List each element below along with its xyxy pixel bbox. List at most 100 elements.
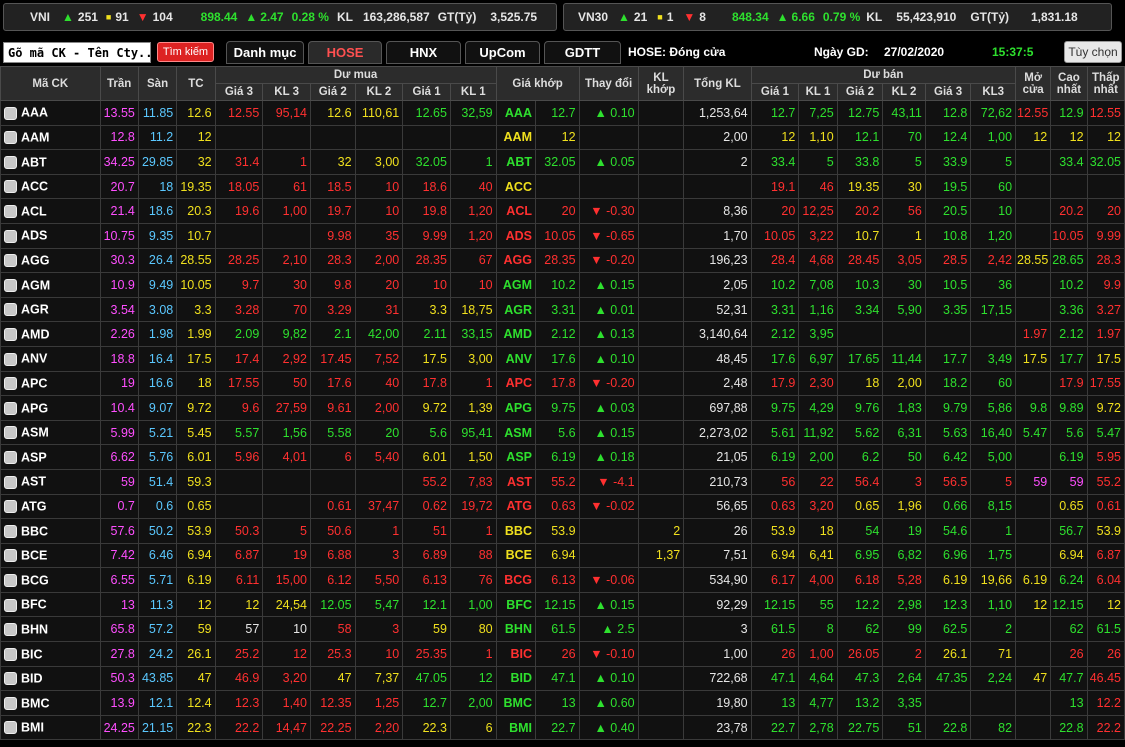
symbol-cell[interactable]: ADS xyxy=(0,222,101,249)
table-row[interactable]: ACL 21.4 18.6 20.3 19.6 1,00 19.7 10 19.8 1,20 ACL… xyxy=(0,198,1125,224)
symbol-cell[interactable]: BMI xyxy=(0,714,101,741)
watchlist-checkbox-icon[interactable] xyxy=(4,549,17,563)
tab-hnx[interactable]: HNX xyxy=(386,41,461,64)
symbol-cell[interactable]: AST xyxy=(0,468,101,495)
table-row[interactable]: AGM 10.9 9.49 10.05 9.7 30 9.8 20 10 10 AGM 10.2 ▲ 0… xyxy=(0,272,1125,298)
buy-price-3: 9.7 xyxy=(214,272,264,298)
table-row[interactable]: BMI 24.25 21.15 22.3 22.2 14,47 22.25 2,20 22.3 6… xyxy=(0,714,1125,741)
table-row[interactable]: BFC 13 11.3 12 12 24,54 12.05 5,47 12.1 1,00 BFC 12… xyxy=(0,591,1125,618)
table-row[interactable]: BID 50.3 43.85 47 46.9 3,20 47 7,37 47.05 12 BID 47… xyxy=(0,665,1125,692)
table-row[interactable]: ADS 10.75 9.35 10.7 9.98 35 9.99 1,20 ADS 10.05 ▼ … xyxy=(0,222,1125,249)
watchlist-checkbox-icon[interactable] xyxy=(4,721,17,735)
watchlist-checkbox-icon[interactable] xyxy=(4,647,17,661)
watchlist-checkbox-icon[interactable] xyxy=(4,475,17,489)
symbol-cell[interactable]: AMD xyxy=(0,321,101,347)
table-row[interactable]: APG 10.4 9.07 9.72 9.6 27,59 9.61 2,00 9.72 1,39 A… xyxy=(0,395,1125,421)
table-row[interactable]: AGG 30.3 26.4 28.55 28.25 2,10 28.3 2,00 28.35 67… xyxy=(0,247,1125,274)
tab-upcom[interactable]: UpCom xyxy=(465,41,540,64)
symbol-cell[interactable]: AGG xyxy=(0,247,101,274)
watchlist-checkbox-icon[interactable] xyxy=(4,672,17,686)
table-row[interactable]: ASM 5.99 5.21 5.45 5.57 1,56 5.58 20 5.6 95,41 ASM… xyxy=(0,419,1125,446)
symbol-cell[interactable]: BCE xyxy=(0,542,101,569)
symbol-cell[interactable]: ASP xyxy=(0,444,101,470)
symbol-cell[interactable]: BHN xyxy=(0,616,101,643)
table-row[interactable]: ACC 20.7 18 19.35 18.05 61 18.5 10 18.6 40 ACC 19.1… xyxy=(0,173,1125,200)
high-price: 12 xyxy=(1050,124,1088,151)
tab-hose[interactable]: HOSE xyxy=(308,41,382,64)
table-row[interactable]: APC 19 16.6 18 17.55 50 17.6 40 17.8 1 APC 17.8 ▼ -0… xyxy=(0,370,1125,397)
index-trade-value: 1,831.18 xyxy=(1031,10,1078,24)
table-row[interactable]: ASP 6.62 5.76 6.01 5.96 4,01 6 5,40 6.01 1,50 ASP 6… xyxy=(0,444,1125,470)
symbol-cell[interactable]: AGM xyxy=(0,272,101,298)
symbol-cell[interactable]: ACC xyxy=(0,173,101,200)
symbol-cell[interactable]: AAM xyxy=(0,124,101,151)
watchlist-checkbox-icon[interactable] xyxy=(4,303,17,317)
watchlist-checkbox-icon[interactable] xyxy=(4,278,17,292)
watchlist-checkbox-icon[interactable] xyxy=(4,426,17,440)
table-row[interactable]: AST 59 51.4 59.3 55.2 7,83 AST 55.2 ▼ -4.1 210,73… xyxy=(0,468,1125,495)
watchlist-checkbox-icon[interactable] xyxy=(4,155,17,169)
table-row[interactable]: ABT 34.25 29.85 32 31.4 1 32 3,00 32.05 1 ABT 32.05… xyxy=(0,149,1125,175)
symbol-cell[interactable]: APG xyxy=(0,395,101,421)
sell-price-1: 53.9 xyxy=(750,518,800,544)
symbol-cell[interactable]: ACL xyxy=(0,198,101,224)
watchlist-checkbox-icon[interactable] xyxy=(4,180,17,194)
symbol-cell[interactable]: AGR xyxy=(0,296,101,323)
symbol-cell[interactable]: BID xyxy=(0,665,101,692)
tab-gdtt[interactable]: GDTT xyxy=(544,41,621,64)
symbol-cell[interactable]: BCG xyxy=(0,567,101,593)
table-row[interactable]: AMD 2.26 1.98 1.99 2.09 9,82 2.1 42,00 2.11 33,15… xyxy=(0,321,1125,347)
sell-vol-1: 12,25 xyxy=(798,198,838,224)
watchlist-checkbox-icon[interactable] xyxy=(4,573,17,587)
match-price: 55.2 xyxy=(535,468,580,495)
symbol-cell[interactable]: APC xyxy=(0,370,101,397)
watchlist-checkbox-icon[interactable] xyxy=(4,229,17,243)
table-row[interactable]: BMC 13.9 12.1 12.4 12.3 1,40 12.35 1,25 12.7 2,00… xyxy=(0,690,1125,716)
low-price: 61.5 xyxy=(1086,616,1125,643)
sell-vol-2: 3,35 xyxy=(882,690,926,716)
watchlist-checkbox-icon[interactable] xyxy=(4,352,17,366)
symbol-cell[interactable]: BMC xyxy=(0,690,101,716)
options-button[interactable]: Tùy chọn xyxy=(1064,41,1122,63)
tab-danh-muc[interactable]: Danh mục xyxy=(226,41,304,64)
table-row[interactable]: BHN 65.8 57.2 59 57 10 58 3 59 80 BHN 61.5 ▲ 2.5 3 61.… xyxy=(0,616,1125,643)
match-volume xyxy=(637,493,685,520)
watchlist-checkbox-icon[interactable] xyxy=(4,598,17,612)
sell-vol-2: 1 xyxy=(882,222,926,249)
open-price xyxy=(1015,616,1052,643)
table-row[interactable]: BBC 57.6 50.2 53.9 50.3 5 50.6 1 51 1 BBC 53.9 2 26 53… xyxy=(0,518,1125,544)
symbol-cell[interactable]: BIC xyxy=(0,641,101,667)
table-row[interactable]: BCE 7.42 6.46 6.94 6.87 19 6.88 3 6.89 88 BCE 6.94 1… xyxy=(0,542,1125,569)
table-row[interactable]: AGR 3.54 3.08 3.3 3.28 70 3.29 31 3.3 18,75 AGR 3.3… xyxy=(0,296,1125,323)
watchlist-checkbox-icon[interactable] xyxy=(4,401,17,415)
symbol-cell[interactable]: ASM xyxy=(0,419,101,446)
watchlist-checkbox-icon[interactable] xyxy=(4,327,17,341)
watchlist-checkbox-icon[interactable] xyxy=(4,696,17,710)
symbol-cell[interactable]: BFC xyxy=(0,591,101,618)
search-button[interactable]: Tìm kiếm xyxy=(157,42,214,62)
table-row[interactable]: ATG 0.7 0.6 0.65 0.61 37,47 0.62 19,72 ATG 0.63 ▼ … xyxy=(0,493,1125,520)
symbol-cell[interactable]: ABT xyxy=(0,149,101,175)
table-row[interactable]: AAM 12.8 11.2 12 AAM 12 2,00 12 1,10 12.1 70 12.4 1,… xyxy=(0,124,1125,151)
watchlist-checkbox-icon[interactable] xyxy=(4,377,17,391)
watchlist-checkbox-icon[interactable] xyxy=(4,450,17,464)
sell-price-3: 47.35 xyxy=(924,665,972,692)
watchlist-checkbox-icon[interactable] xyxy=(4,254,17,268)
symbol-cell[interactable]: BBC xyxy=(0,518,101,544)
watchlist-checkbox-icon[interactable] xyxy=(4,205,17,219)
stock-search-input[interactable]: Gõ mã CK - Tên Cty... xyxy=(3,42,151,63)
watchlist-checkbox-icon[interactable] xyxy=(4,524,17,538)
table-row[interactable]: ANV 18.8 16.4 17.5 17.4 2,92 17.45 7,52 17.5 3,00… xyxy=(0,345,1125,372)
table-row[interactable]: BIC 27.8 24.2 26.1 25.2 12 25.3 10 25.35 1 BIC 26 ▼ … xyxy=(0,641,1125,667)
symbol-cell[interactable]: ANV xyxy=(0,345,101,372)
watchlist-checkbox-icon[interactable] xyxy=(4,131,17,145)
total-volume: 3 xyxy=(683,616,752,643)
table-row[interactable]: BCG 6.55 5.71 6.19 6.11 15,00 6.12 5,50 6.13 76 BC… xyxy=(0,567,1125,593)
table-row[interactable]: AAA 13.55 11.85 12.6 12.55 95,14 12.6 110,61 12.… xyxy=(0,100,1125,126)
watchlist-checkbox-icon[interactable] xyxy=(4,500,17,514)
watchlist-checkbox-icon[interactable] xyxy=(4,623,17,637)
ceiling-price: 10.75 xyxy=(99,222,139,249)
watchlist-checkbox-icon[interactable] xyxy=(4,106,17,120)
symbol-cell[interactable]: ATG xyxy=(0,493,101,520)
symbol-cell[interactable]: AAA xyxy=(0,100,101,126)
